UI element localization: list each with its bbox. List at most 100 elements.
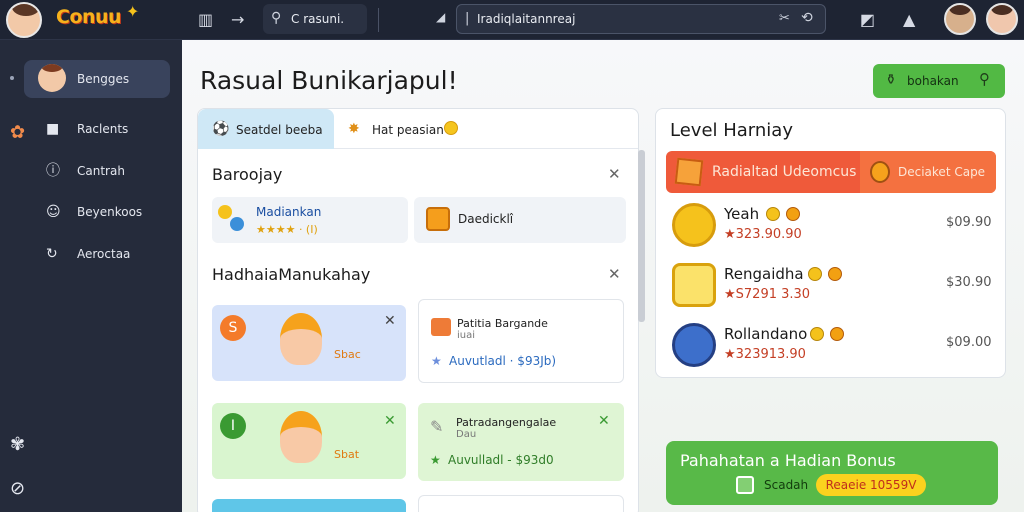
sidebar-item-label: Bengges: [77, 72, 130, 86]
level-title: Level Harniay: [670, 120, 793, 141]
close-icon[interactable]: ✕: [608, 265, 621, 283]
close-icon[interactable]: ✂: [779, 11, 790, 26]
card-title: Patradangengalae: [456, 416, 557, 429]
gem-icon: [218, 205, 232, 219]
row-name: Rollandano: [724, 325, 808, 343]
section-title: HadhaiaManukahay: [212, 265, 371, 284]
alert-icon[interactable]: ▲: [903, 10, 915, 30]
search-icon: ⚲: [979, 70, 990, 88]
card-price: Auvulladl - $93d0: [448, 453, 554, 467]
coin-icon: [786, 207, 800, 221]
card-character-2[interactable]: I Sbat ✕: [212, 403, 406, 479]
search-icon: ⚲: [271, 10, 282, 26]
avatar: [38, 64, 66, 92]
pencil-icon: ✎: [430, 417, 444, 436]
card-title: Patitia Bargande: [457, 317, 548, 330]
coin-icon: [672, 203, 716, 247]
card-partial[interactable]: [212, 499, 406, 512]
sidebar: Bengges ✿ ■ Raclents ⓘ Cantrah ☺ Beyenko…: [0, 40, 182, 512]
info-icon: ⓘ: [46, 163, 60, 179]
star-icon: ★: [431, 354, 442, 368]
user-avatar[interactable]: [986, 3, 1018, 35]
search-main[interactable]: | Iradiqlaitannreaj ✂ ⟲: [456, 4, 826, 34]
bonus-banner[interactable]: Pahahatan a Hadian Bonus Scadah Reaeie 1…: [666, 441, 998, 505]
tab-label: Seatdel beeba: [236, 123, 323, 137]
tab-label: Hat peasian: [372, 123, 444, 137]
coin-icon: [870, 161, 890, 183]
close-icon[interactable]: ✕: [608, 165, 621, 183]
sidebar-item-bengges[interactable]: Bengges: [24, 60, 170, 98]
sidebar-dot: [10, 76, 14, 80]
main-content: Rasual Bunikarjapul! ⚱ bohakan ⚲ ⚽ Seatd…: [182, 40, 1024, 512]
dropdown-arrow-icon[interactable]: ◢: [436, 10, 445, 24]
refresh-icon[interactable]: ⟲: [801, 10, 813, 26]
link-icon[interactable]: ⊘: [10, 478, 25, 499]
card-tag: Sbat: [334, 448, 360, 461]
box-icon: [426, 207, 450, 231]
user-icon: ☺: [46, 204, 61, 220]
row-price: $09.90: [946, 215, 992, 230]
coin-icon: [830, 327, 844, 341]
scrollbar[interactable]: [638, 150, 645, 322]
panel-icon[interactable]: ▥: [198, 10, 213, 30]
tab-hat-peasian[interactable]: ✸ Hat peasian: [334, 109, 484, 149]
divider: [378, 8, 379, 32]
card-character-1[interactable]: S Sbac ✕: [212, 305, 406, 381]
page-title: Rasual Bunikarjapul!: [200, 66, 458, 95]
sidebar-item-aeroctaa[interactable]: ↻ Aeroctaa: [24, 235, 170, 273]
close-icon[interactable]: ✕: [384, 413, 396, 429]
card-price: Auvutladl · $93Jb): [449, 354, 557, 368]
card-subtitle: iuai: [457, 330, 476, 341]
tab-seatdel[interactable]: ⚽ Seatdel beeba: [198, 109, 334, 149]
share-icon: ↻: [46, 246, 58, 262]
gem-icon: [230, 217, 244, 231]
banner-text: Radialtad Udeomcus: [712, 164, 857, 180]
checkbox[interactable]: [736, 476, 754, 494]
close-icon[interactable]: ✕: [598, 413, 610, 429]
logo-star-icon: ✦: [126, 2, 140, 21]
button-label: bohakan: [907, 74, 959, 88]
coin-icon: [444, 121, 458, 135]
sidebar-item-raclents[interactable]: ■ Raclents: [24, 110, 170, 148]
row-price: $30.90: [946, 275, 992, 290]
flower-icon[interactable]: ✾: [10, 434, 25, 455]
badge-icon: I: [220, 413, 246, 439]
card-partial[interactable]: [418, 495, 624, 512]
chart-icon: [672, 323, 716, 367]
coin-icon: [766, 207, 780, 221]
chip-label: Madiankan: [256, 205, 322, 219]
row-price: $09.00: [946, 335, 992, 350]
search-box-left[interactable]: ⚲ C rasuni.: [263, 4, 367, 34]
bag-icon: ⚱: [885, 72, 897, 88]
sidebar-item-cantrah[interactable]: ⓘ Cantrah: [24, 152, 170, 190]
scroll-icon: [672, 263, 716, 307]
bohakan-button[interactable]: ⚱ bohakan ⚲: [873, 64, 1005, 98]
bonus-label: Scadah: [764, 478, 809, 492]
coin-icon: [810, 327, 824, 341]
level-row[interactable]: Yeah ★323.90.90 $09.90: [670, 201, 1000, 253]
banner-sub-button[interactable]: Deciaket Cape: [860, 151, 996, 193]
card-tag: Sbac: [334, 348, 361, 361]
sidebar-item-label: Raclents: [77, 122, 129, 136]
chip-stars: ★★★★ · (I): [256, 223, 318, 236]
tag-icon[interactable]: ◩: [860, 10, 875, 30]
card-product-2[interactable]: ✎ Patradangengalae Dau ★ Auvulladl - $93…: [418, 403, 624, 481]
level-row[interactable]: Rollandano ★323913.90 $09.00: [670, 321, 1000, 373]
chip-madiankan[interactable]: Madiankan ★★★★ · (I): [212, 197, 408, 243]
level-row[interactable]: Rengaidha ★S7291 3.30 $30.90: [670, 261, 1000, 313]
character-icon: [280, 411, 322, 463]
close-icon[interactable]: ✕: [384, 313, 396, 329]
row-name: Rengaidha: [724, 265, 804, 283]
sidebar-item-label: Cantrah: [77, 164, 125, 178]
chip-daedickli[interactable]: Daedicklî: [414, 197, 626, 243]
logo-avatar: [6, 2, 42, 38]
card-product-1[interactable]: Patitia Bargande iuai ★ Auvutladl · $93J…: [418, 299, 624, 383]
sidebar-item-beyenkoos[interactable]: ☺ Beyenkoos: [24, 193, 170, 231]
banner-sub-text: Deciaket Cape: [898, 165, 986, 179]
forward-icon[interactable]: →: [231, 10, 244, 30]
app-logo[interactable]: Conuu: [56, 6, 122, 28]
bonus-pill[interactable]: Reaeie 10559V: [816, 474, 926, 496]
box-icon: [674, 157, 704, 187]
user-avatar-small[interactable]: [944, 3, 976, 35]
level-banner[interactable]: Radialtad Udeomcus Deciaket Cape: [666, 151, 996, 193]
